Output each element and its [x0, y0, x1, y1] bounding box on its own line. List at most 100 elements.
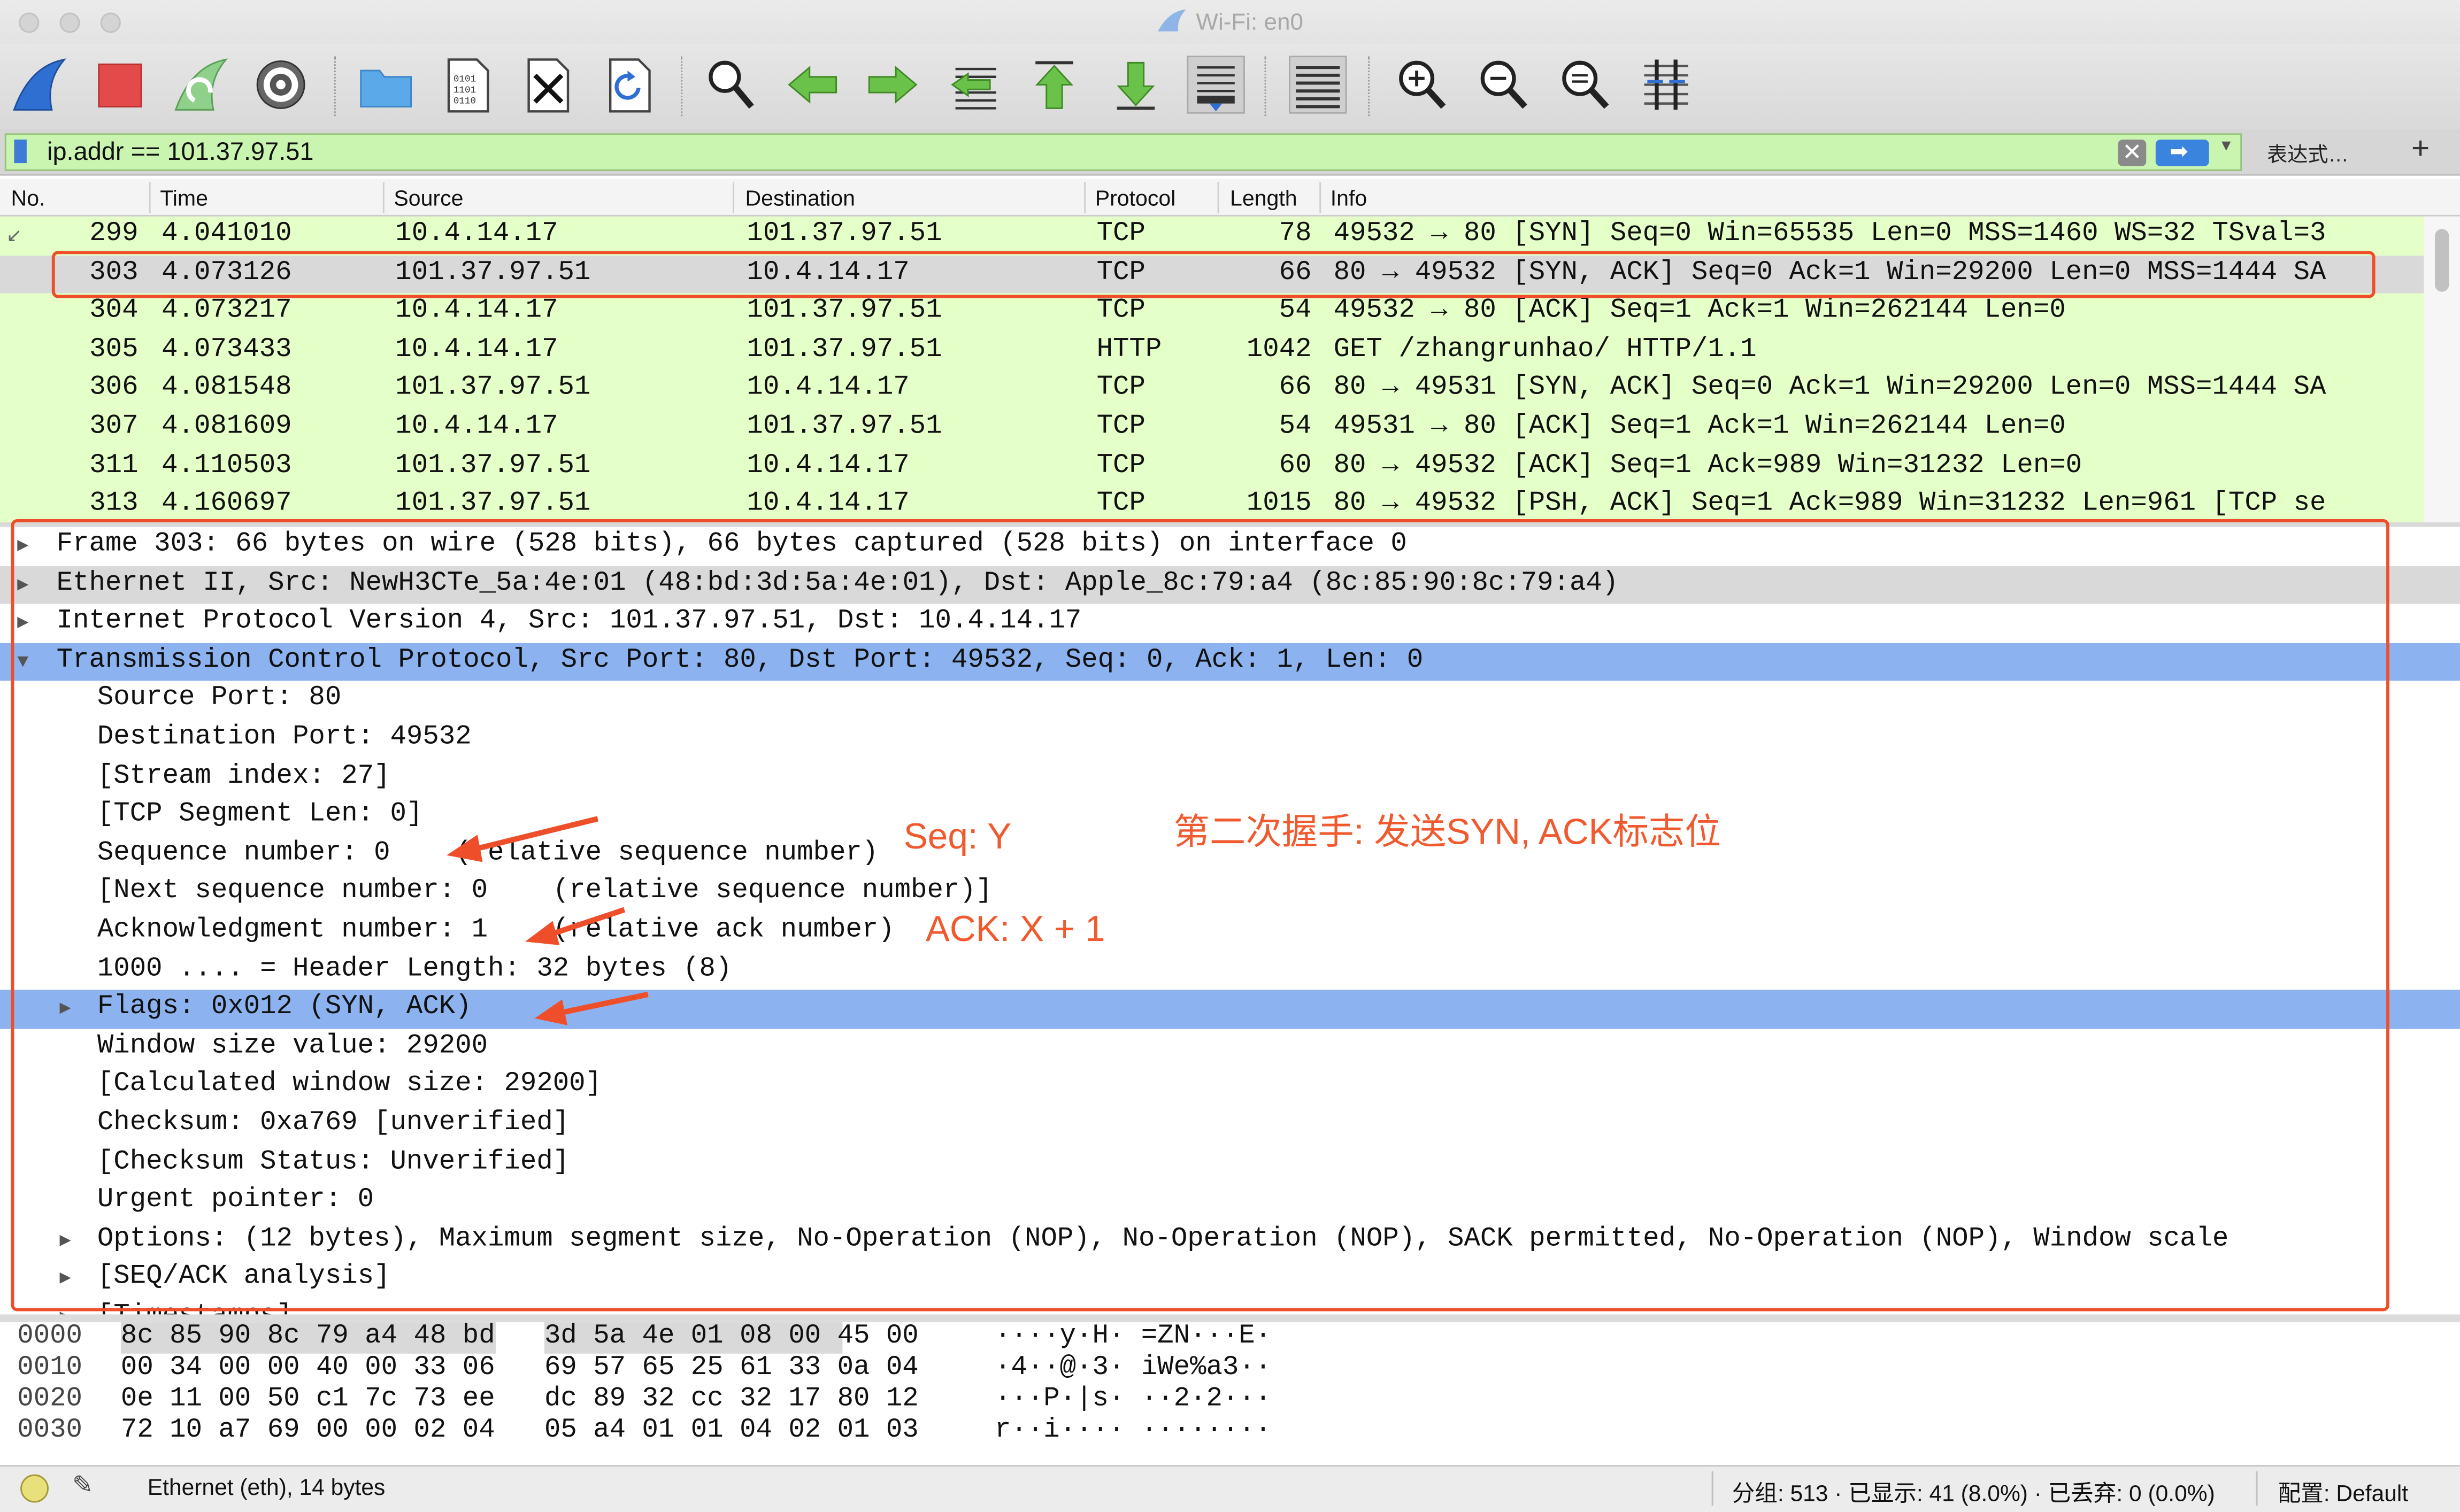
highlight-box-selected-packet	[51, 251, 2376, 298]
filter-text[interactable]: ip.addr == 101.37.97.51	[47, 140, 313, 168]
close-file-button[interactable]	[516, 53, 579, 116]
colorize-list-icon	[1289, 56, 1347, 114]
resize-columns-button[interactable]	[1635, 53, 1697, 116]
packet-time: 4.073433	[162, 335, 292, 365]
packet-time: 4.110503	[162, 451, 292, 481]
bytes-hex: 3d 5a 4e 01 08 00 45 00	[544, 1322, 919, 1354]
related-packet-icon: ↙	[6, 224, 22, 246]
capture-options-button[interactable]	[249, 53, 312, 116]
packet-info: 80 → 49532 [PSH, ACK] Seq=1 Ack=989 Win=…	[1333, 489, 2326, 520]
packet-info: 80 → 49532 [ACK] Seq=1 Ack=989 Win=31232…	[1333, 451, 2082, 481]
packet-length: 1015	[1246, 489, 1312, 520]
add-filter-button[interactable]: +	[2411, 132, 2430, 167]
packet-row[interactable]: 311 4.110503 101.37.97.51 10.4.14.17 TCP…	[0, 448, 2424, 487]
open-file-button[interactable]	[355, 53, 417, 116]
bytes-offset: 0010	[17, 1353, 82, 1384]
status-profile[interactable]: 配置: Default	[2278, 1476, 2408, 1509]
bytes-ascii: ···P·|s· ··2·2···	[994, 1385, 1272, 1415]
expert-info-icon[interactable]	[20, 1474, 49, 1503]
packet-no: 307	[89, 412, 139, 443]
packet-no: 305	[89, 335, 139, 365]
annotation-seq: Seq: Y	[903, 815, 1012, 857]
bytes-row[interactable]: 0030 72 10 a7 69 00 00 02 04 05 a4 01 01…	[0, 1416, 1271, 1448]
edit-comment-icon[interactable]: ✎	[72, 1470, 93, 1501]
packet-row[interactable]: 313 4.160697 101.37.97.51 10.4.14.17 TCP…	[0, 486, 2424, 524]
arrow-up-icon	[1035, 61, 1074, 109]
bytes-row[interactable]: 0020 0e 11 00 50 c1 7c 73 ee dc 89 32 cc…	[0, 1385, 1271, 1416]
packet-source: 10.4.14.17	[395, 219, 558, 250]
bookmark-icon[interactable]	[14, 140, 27, 164]
status-field-info: Ethernet (eth), 14 bytes	[147, 1476, 386, 1501]
packet-source: 101.37.97.51	[395, 451, 591, 481]
zoom-out-button[interactable]	[1472, 53, 1534, 116]
packet-time: 4.081609	[162, 412, 292, 443]
colorize-button[interactable]	[1287, 53, 1349, 116]
status-bar: ✎ Ethernet (eth), 14 bytes 分组: 513 · 已显示…	[0, 1465, 2460, 1512]
clear-filter-button[interactable]: ✕	[2118, 140, 2147, 166]
packet-row[interactable]: 305 4.073433 10.4.14.17 101.37.97.51 HTT…	[0, 332, 2424, 371]
find-packet-button[interactable]	[699, 53, 762, 116]
packet-length: 78	[1279, 219, 1312, 250]
column-header-time[interactable]: Time	[160, 185, 208, 210]
zoom-normal-button[interactable]	[1553, 53, 1616, 116]
restart-capture-button[interactable]	[170, 53, 232, 116]
column-header-protocol[interactable]: Protocol	[1095, 185, 1176, 210]
column-header-length[interactable]: Length	[1230, 185, 1297, 210]
bytes-row[interactable]: 0010 00 34 00 00 40 00 33 06 69 57 65 25…	[0, 1353, 1271, 1385]
stop-capture-button[interactable]	[88, 53, 150, 116]
filter-history-dropdown[interactable]: ▼	[2218, 138, 2240, 155]
bytes-hex: 8c 85 90 8c 79 a4 48 bd	[120, 1322, 495, 1354]
packet-time: 4.160697	[162, 489, 292, 520]
packet-destination: 10.4.14.17	[747, 489, 910, 520]
packet-list-scrollbar[interactable]	[2424, 216, 2460, 524]
bytes-ascii: ····y·H· =ZN···E·	[994, 1322, 1272, 1352]
auto-scroll-button[interactable]	[1185, 53, 1247, 116]
close-icon: ✕	[2122, 140, 2142, 166]
bytes-row[interactable]: 0000 8c 85 90 8c 79 a4 48 bd 3d 5a 4e 01…	[0, 1322, 1271, 1354]
packet-row[interactable]: 307 4.081609 10.4.14.17 101.37.97.51 TCP…	[0, 409, 2424, 448]
save-file-button[interactable]: 0101 1101 0110	[436, 53, 499, 116]
scrollbar-thumb[interactable]	[2435, 229, 2449, 292]
bytes-offset: 0020	[17, 1385, 82, 1415]
packet-info: 49532 → 80 [SYN] Seq=0 Win=65535 Len=0 M…	[1333, 219, 2326, 250]
packet-source: 101.37.97.51	[395, 374, 591, 404]
column-header-source[interactable]: Source	[394, 185, 463, 210]
go-forward-button[interactable]	[862, 53, 924, 116]
packet-length: 1042	[1246, 335, 1312, 365]
display-filter-input[interactable]: ip.addr == 101.37.97.51 ✕ ➡ ▼	[4, 133, 2242, 171]
go-to-packet-button[interactable]	[943, 53, 1005, 116]
display-filter-bar: ip.addr == 101.37.97.51 ✕ ➡ ▼ 表达式… +	[0, 128, 2460, 176]
shark-fin-icon	[1158, 9, 1187, 32]
packet-info: GET /zhangrunhao/ HTTP/1.1	[1333, 335, 1757, 365]
go-first-button[interactable]	[1023, 53, 1086, 116]
packet-row[interactable]: ↙ 299 4.041010 10.4.14.17 101.37.97.51 T…	[0, 216, 2424, 255]
packet-protocol: TCP	[1096, 297, 1146, 327]
shark-fin-icon	[13, 58, 67, 111]
zoom-normal-icon	[1562, 60, 1609, 109]
arrow-left-icon	[788, 65, 837, 104]
start-capture-button[interactable]	[8, 53, 71, 116]
packet-destination: 10.4.14.17	[747, 451, 910, 481]
resize-columns-icon	[1644, 59, 1688, 110]
packet-row[interactable]: 306 4.081548 101.37.97.51 10.4.14.17 TCP…	[0, 371, 2424, 410]
packet-protocol: TCP	[1096, 219, 1146, 250]
apply-filter-button[interactable]: ➡	[2155, 138, 2209, 166]
column-header-info[interactable]: Info	[1331, 185, 1367, 210]
zoom-in-button[interactable]	[1390, 53, 1452, 116]
packet-info: 80 → 49531 [SYN, ACK] Seq=0 Ack=1 Win=29…	[1333, 374, 2326, 404]
pane-splitter[interactable]	[0, 1314, 2460, 1323]
packet-destination: 10.4.14.17	[747, 374, 910, 404]
svg-text:0110: 0110	[453, 96, 476, 107]
bytes-hex: 69 57 65 25 61 33 0a 04	[544, 1353, 919, 1384]
packet-info: 49532 → 80 [ACK] Seq=1 Ack=1 Win=262144 …	[1333, 297, 2066, 327]
packet-row[interactable]: 304 4.073217 10.4.14.17 101.37.97.51 TCP…	[0, 294, 2424, 333]
column-header-destination[interactable]: Destination	[745, 185, 855, 210]
go-last-button[interactable]	[1104, 53, 1167, 116]
arrow-right-icon: ➡	[2170, 138, 2188, 164]
reload-file-button[interactable]	[598, 53, 660, 116]
wireshark-window: Wi-Fi: en0 0101 1101 0110 ip.addr == 101…	[0, 0, 2460, 1512]
column-header-no[interactable]: No.	[11, 185, 45, 210]
go-back-button[interactable]	[781, 53, 844, 116]
expression-button[interactable]: 表达式…	[2267, 138, 2349, 168]
bytes-hex: 0e 11 00 50 c1 7c 73 ee	[120, 1385, 495, 1415]
